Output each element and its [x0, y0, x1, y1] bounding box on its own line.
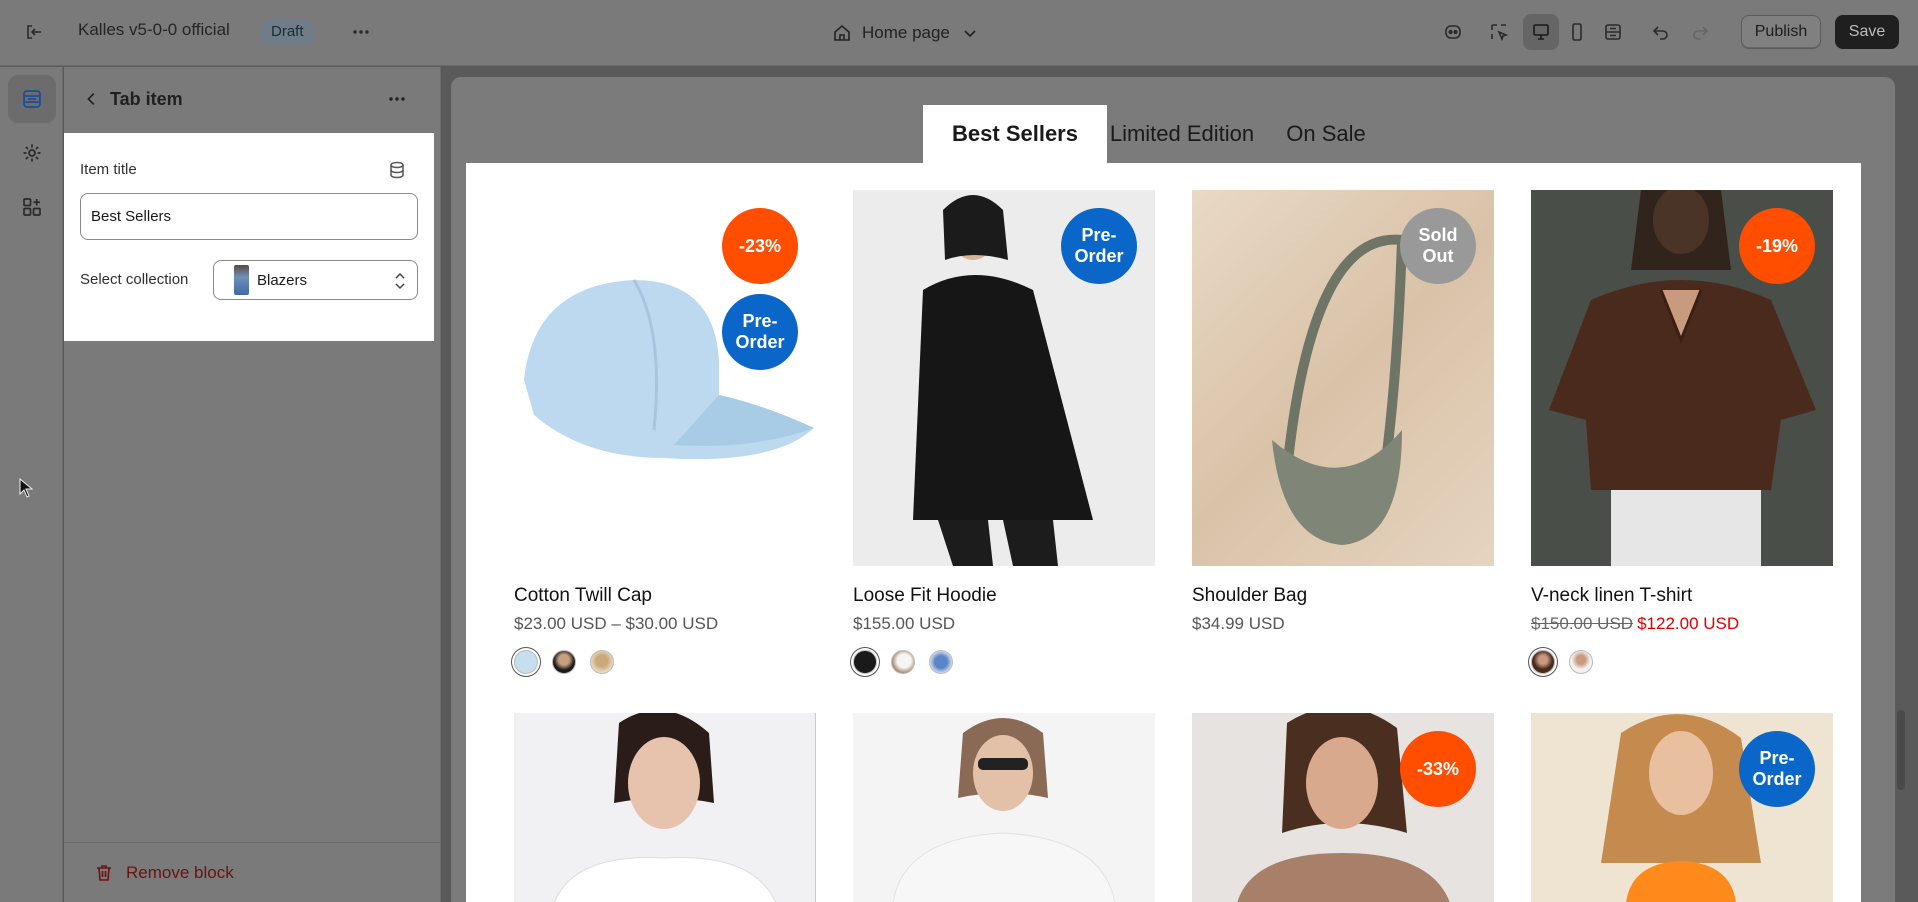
tab-limited-edition[interactable]: Limited Edition: [1107, 105, 1257, 163]
preview-scrollbar[interactable]: [1897, 710, 1905, 790]
sale-price: $122.00 USD: [1637, 614, 1740, 633]
product-card[interactable]: [514, 713, 816, 902]
preorder-badge: Pre- Order: [722, 294, 798, 370]
more-icon[interactable]: [381, 83, 413, 115]
remove-block-button[interactable]: Remove block: [64, 842, 441, 902]
publish-button[interactable]: Publish: [1741, 15, 1821, 49]
product-image[interactable]: -19%: [1531, 190, 1833, 566]
color-swatches: [1531, 650, 1593, 674]
dynamic-source-icon[interactable]: [387, 160, 407, 180]
home-icon: [834, 24, 850, 41]
apps-icon[interactable]: [8, 183, 56, 231]
color-swatches: [853, 650, 953, 674]
product-image[interactable]: Sold Out: [1192, 190, 1494, 566]
product-price: $150.00 USD $122.00 USD: [1531, 614, 1739, 634]
item-title-label: Item title: [80, 161, 137, 178]
desktop-view-icon[interactable]: [1523, 14, 1559, 50]
color-swatch[interactable]: [1569, 650, 1593, 674]
chevron-down-icon: [964, 30, 976, 38]
remove-block-label: Remove block: [126, 862, 234, 882]
compare-at-price: $150.00 USD: [1531, 614, 1634, 633]
color-swatch[interactable]: [891, 650, 915, 674]
product-card[interactable]: -33%: [1192, 713, 1494, 902]
product-card[interactable]: Pre- Order: [1531, 713, 1833, 902]
more-icon[interactable]: [344, 15, 378, 49]
product-image[interactable]: Pre- Order: [1531, 713, 1833, 902]
product-price: $155.00 USD: [853, 614, 956, 633]
preorder-badge: Pre- Order: [1739, 731, 1815, 807]
block-settings-panel: Tab item Item title Select collection Bl…: [64, 67, 441, 902]
page-selector[interactable]: Home page: [832, 18, 980, 48]
product-image[interactable]: Pre- Order: [853, 190, 1155, 566]
collection-value: Blazers: [257, 271, 308, 289]
color-swatch[interactable]: [929, 650, 953, 674]
color-swatches: [514, 650, 614, 674]
preorder-badge: Pre- Order: [1061, 208, 1137, 284]
product-card[interactable]: Pre- Order Loose Fit Hoodie $155.00 USD: [853, 190, 1155, 674]
ai-assistant-icon[interactable]: [1436, 15, 1470, 49]
select-chevrons-icon: [395, 272, 405, 290]
color-swatch[interactable]: [552, 650, 576, 674]
collection-select[interactable]: Blazers: [213, 260, 418, 300]
product-image[interactable]: -23% Pre- Order: [514, 190, 816, 566]
panel-header: Tab item: [64, 67, 441, 133]
discount-badge: -33%: [1400, 731, 1476, 807]
product-name[interactable]: Loose Fit Hoodie: [853, 585, 997, 607]
theme-preview: Best Sellers Limited Edition On Sale -23…: [451, 77, 1895, 902]
save-button[interactable]: Save: [1835, 15, 1899, 49]
viewport-switcher: [1523, 14, 1633, 50]
select-collection-label: Select collection: [80, 271, 189, 288]
model-sweatshirt-image: [892, 718, 1116, 902]
theme-settings-icon[interactable]: [8, 129, 56, 177]
back-arrow-icon[interactable]: [76, 83, 108, 115]
item-title-input[interactable]: [80, 193, 418, 240]
discount-badge: -19%: [1739, 208, 1815, 284]
product-grid: -23% Pre- Order Cotton Twill Cap $23.00 U…: [466, 163, 1861, 902]
product-image[interactable]: [853, 713, 1155, 902]
color-swatch[interactable]: [590, 650, 614, 674]
product-image[interactable]: -33%: [1192, 713, 1494, 902]
product-card[interactable]: Sold Out Shoulder Bag $34.99 USD: [1192, 190, 1494, 633]
product-card[interactable]: -19% V-neck linen T-shirt $150.00 USD $12…: [1531, 190, 1833, 674]
trash-icon: [97, 864, 111, 881]
top-bar: Kalles v5-0-0 official Draft Home page P…: [0, 0, 1918, 66]
full-width-view-icon[interactable]: [1595, 14, 1631, 50]
mouse-cursor-icon: [19, 478, 33, 498]
redo-icon[interactable]: [1683, 15, 1717, 49]
collection-tabs: Best Sellers Limited Edition On Sale: [451, 105, 1895, 163]
tab-best-sellers[interactable]: Best Sellers: [923, 105, 1107, 163]
inspector-icon[interactable]: [1482, 15, 1516, 49]
product-price: $23.00 USD – $30.00 USD: [514, 614, 719, 633]
status-badge: Draft: [261, 20, 314, 44]
sold-out-badge: Sold Out: [1400, 208, 1476, 284]
tab-on-sale[interactable]: On Sale: [1261, 105, 1391, 163]
color-swatch[interactable]: [1531, 650, 1555, 674]
discount-badge: -23%: [722, 208, 798, 284]
mobile-view-icon[interactable]: [1559, 14, 1595, 50]
color-swatch[interactable]: [853, 650, 877, 674]
product-price: $34.99 USD: [1192, 614, 1285, 633]
product-name[interactable]: Cotton Twill Cap: [514, 585, 652, 607]
page-selector-label: Home page: [862, 23, 950, 42]
undo-icon[interactable]: [1644, 15, 1678, 49]
product-card[interactable]: -23% Pre- Order Cotton Twill Cap $23.00 U…: [514, 190, 816, 674]
sections-icon[interactable]: [8, 75, 56, 123]
product-image[interactable]: [514, 713, 816, 902]
product-name[interactable]: V-neck linen T-shirt: [1531, 585, 1692, 607]
collection-thumbnail: [234, 265, 249, 295]
store-name: Kalles v5-0-0 official: [78, 20, 230, 39]
model-white-tee-image: [553, 713, 777, 902]
exit-icon[interactable]: [17, 15, 51, 49]
settings-card: Item title Select collection Blazers: [64, 133, 434, 341]
color-swatch[interactable]: [514, 650, 538, 674]
product-name[interactable]: Shoulder Bag: [1192, 585, 1307, 607]
product-card[interactable]: [853, 713, 1155, 902]
panel-title: Tab item: [110, 89, 183, 109]
